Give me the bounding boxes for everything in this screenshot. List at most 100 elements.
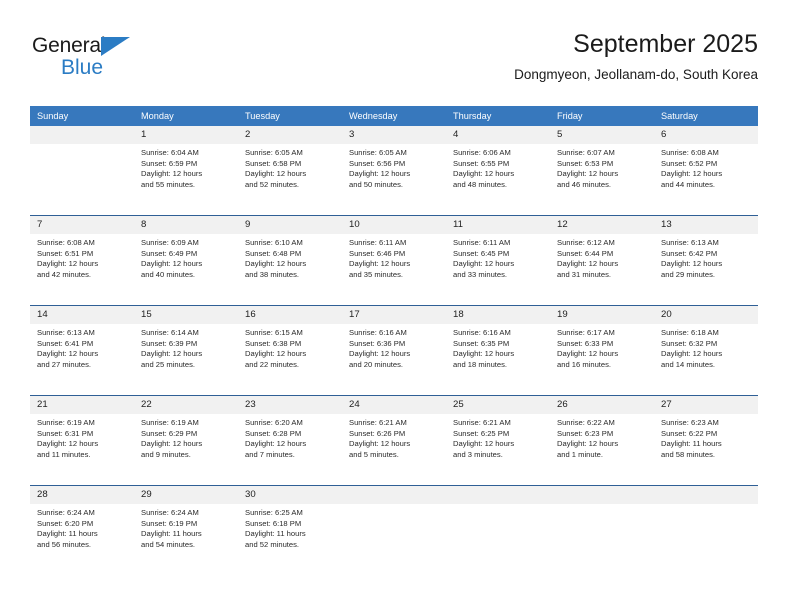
calendar-day-cell[interactable]: 9 Sunrise: 6:10 AM Sunset: 6:48 PM Daylight… [238, 215, 342, 306]
calendar-cell-empty [446, 485, 550, 575]
sunrise-text: Sunrise: 6:19 AM [141, 418, 199, 427]
sunset-text: Sunset: 6:59 PM [141, 158, 198, 168]
day-number [30, 126, 134, 144]
calendar-day-cell[interactable]: 7 Sunrise: 6:08 AM Sunset: 6:51 PM Daylight… [30, 215, 134, 306]
calendar-day-cell[interactable]: 21 Sunrise: 6:19 AM Sunset: 6:31 PM Dayligh… [30, 395, 134, 486]
calendar-day-cell[interactable]: 17 Sunrise: 6:16 AM Sunset: 6:36 PM Dayligh… [342, 305, 446, 396]
weekday-header-monday: Monday [134, 106, 238, 126]
daylight-text-line2: and 46 minutes. [557, 179, 612, 189]
day-number: 16 [238, 306, 342, 324]
sunset-text: Sunset: 6:32 PM [661, 338, 718, 348]
calendar-header-row: Sunday Monday Tuesday Wednesday Thursday… [30, 106, 758, 126]
calendar-day-cell[interactable]: 23 Sunrise: 6:20 AM Sunset: 6:28 PM Dayligh… [238, 395, 342, 486]
calendar-day-cell[interactable]: 12 Sunrise: 6:12 AM Sunset: 6:44 PM Dayligh… [550, 215, 654, 306]
day-details: Sunrise: 6:04 AM Sunset: 6:59 PM Daylight:… [134, 144, 238, 190]
daylight-text-line2: and 48 minutes. [453, 179, 508, 189]
daylight-text-line2: and 16 minutes. [557, 359, 612, 369]
daylight-text-line2: and 35 minutes. [349, 269, 404, 279]
sunrise-text: Sunrise: 6:24 AM [141, 508, 199, 517]
calendar-day-cell[interactable]: 15 Sunrise: 6:14 AM Sunset: 6:39 PM Dayligh… [134, 305, 238, 396]
daylight-text-line1: Daylight: 12 hours [141, 439, 203, 449]
calendar-cell-empty [550, 485, 654, 575]
day-details: Sunrise: 6:09 AM Sunset: 6:49 PM Daylight:… [134, 234, 238, 280]
calendar-day-cell[interactable]: 16 Sunrise: 6:15 AM Sunset: 6:38 PM Dayligh… [238, 305, 342, 396]
day-details: Sunrise: 6:07 AM Sunset: 6:53 PM Daylight:… [550, 144, 654, 190]
daylight-text-line2: and 44 minutes. [661, 179, 716, 189]
weekday-header-saturday: Saturday [654, 106, 758, 126]
day-details: Sunrise: 6:05 AM Sunset: 6:56 PM Daylight:… [342, 144, 446, 190]
daylight-text-line1: Daylight: 12 hours [37, 439, 99, 449]
daylight-text-line2: and 52 minutes. [245, 179, 300, 189]
calendar-day-cell[interactable]: 2 Sunrise: 6:05 AM Sunset: 6:58 PM Daylight… [238, 126, 342, 216]
daylight-text-line2: and 56 minutes. [37, 539, 92, 549]
sunrise-text: Sunrise: 6:07 AM [557, 148, 615, 157]
daylight-text-line1: Daylight: 12 hours [453, 349, 515, 359]
sunrise-text: Sunrise: 6:20 AM [245, 418, 303, 427]
calendar-day-cell[interactable]: 6 Sunrise: 6:08 AM Sunset: 6:52 PM Daylight… [654, 126, 758, 216]
daylight-text-line2: and 25 minutes. [141, 359, 196, 369]
daylight-text-line1: Daylight: 12 hours [245, 259, 307, 269]
daylight-text-line2: and 40 minutes. [141, 269, 196, 279]
day-details: Sunrise: 6:11 AM Sunset: 6:46 PM Daylight:… [342, 234, 446, 280]
sunrise-text: Sunrise: 6:25 AM [245, 508, 303, 517]
calendar-day-cell[interactable]: 18 Sunrise: 6:16 AM Sunset: 6:35 PM Dayligh… [446, 305, 550, 396]
calendar-day-cell[interactable]: 10 Sunrise: 6:11 AM Sunset: 6:46 PM Dayligh… [342, 215, 446, 306]
calendar-body: 1 Sunrise: 6:04 AM Sunset: 6:59 PM Daylight… [30, 126, 758, 575]
daylight-text-line2: and 55 minutes. [141, 179, 196, 189]
title-block: September 2025 Dongmyeon, Jeollanam-do, … [514, 28, 758, 85]
calendar-day-cell[interactable]: 14 Sunrise: 6:13 AM Sunset: 6:41 PM Dayligh… [30, 305, 134, 396]
daylight-text-line1: Daylight: 12 hours [661, 349, 723, 359]
calendar-day-cell[interactable]: 22 Sunrise: 6:19 AM Sunset: 6:29 PM Dayligh… [134, 395, 238, 486]
calendar-day-cell[interactable]: 29 Sunrise: 6:24 AM Sunset: 6:19 PM Dayligh… [134, 485, 238, 575]
day-number [654, 486, 758, 504]
logo-text-general: General [32, 34, 106, 57]
sunrise-text: Sunrise: 6:21 AM [349, 418, 407, 427]
sunset-text: Sunset: 6:48 PM [245, 248, 302, 258]
sunrise-text: Sunrise: 6:16 AM [453, 328, 511, 337]
calendar-day-cell[interactable]: 19 Sunrise: 6:17 AM Sunset: 6:33 PM Dayligh… [550, 305, 654, 396]
sunrise-text: Sunrise: 6:19 AM [37, 418, 95, 427]
calendar-week-row: 28 Sunrise: 6:24 AM Sunset: 6:20 PM Dayligh… [30, 485, 758, 575]
sunset-text: Sunset: 6:45 PM [453, 248, 510, 258]
calendar-day-cell[interactable]: 28 Sunrise: 6:24 AM Sunset: 6:20 PM Dayligh… [30, 485, 134, 575]
sunset-text: Sunset: 6:58 PM [245, 158, 302, 168]
day-number: 12 [550, 216, 654, 234]
day-number: 6 [654, 126, 758, 144]
sunset-text: Sunset: 6:23 PM [557, 428, 614, 438]
day-number: 11 [446, 216, 550, 234]
sunset-text: Sunset: 6:39 PM [141, 338, 198, 348]
calendar-cell-empty [654, 485, 758, 575]
daylight-text-line1: Daylight: 12 hours [245, 349, 307, 359]
daylight-text-line1: Daylight: 12 hours [349, 259, 411, 269]
calendar-day-cell[interactable]: 27 Sunrise: 6:23 AM Sunset: 6:22 PM Dayligh… [654, 395, 758, 486]
calendar-day-cell[interactable]: 8 Sunrise: 6:09 AM Sunset: 6:49 PM Daylight… [134, 215, 238, 306]
day-number: 29 [134, 486, 238, 504]
calendar-day-cell[interactable]: 4 Sunrise: 6:06 AM Sunset: 6:55 PM Daylight… [446, 126, 550, 216]
calendar-day-cell[interactable]: 25 Sunrise: 6:21 AM Sunset: 6:25 PM Dayligh… [446, 395, 550, 486]
sunrise-text: Sunrise: 6:15 AM [245, 328, 303, 337]
calendar-day-cell[interactable]: 5 Sunrise: 6:07 AM Sunset: 6:53 PM Daylight… [550, 126, 654, 216]
page-header: General Blue September 2025 Dongmyeon, J… [30, 28, 758, 98]
sunset-text: Sunset: 6:49 PM [141, 248, 198, 258]
day-number: 9 [238, 216, 342, 234]
generalblue-logo[interactable]: General Blue [32, 34, 162, 86]
daylight-text-line2: and 5 minutes. [349, 449, 399, 459]
daylight-text-line2: and 1 minute. [557, 449, 604, 459]
sunrise-text: Sunrise: 6:08 AM [661, 148, 719, 157]
calendar-day-cell[interactable]: 13 Sunrise: 6:13 AM Sunset: 6:42 PM Dayligh… [654, 215, 758, 306]
calendar-day-cell[interactable]: 20 Sunrise: 6:18 AM Sunset: 6:32 PM Dayligh… [654, 305, 758, 396]
calendar-day-cell[interactable]: 11 Sunrise: 6:11 AM Sunset: 6:45 PM Dayligh… [446, 215, 550, 306]
calendar-day-cell[interactable]: 30 Sunrise: 6:25 AM Sunset: 6:18 PM Dayligh… [238, 485, 342, 575]
calendar-day-cell[interactable]: 26 Sunrise: 6:22 AM Sunset: 6:23 PM Dayligh… [550, 395, 654, 486]
calendar-day-cell[interactable]: 3 Sunrise: 6:05 AM Sunset: 6:56 PM Daylight… [342, 126, 446, 216]
calendar-day-cell[interactable]: 24 Sunrise: 6:21 AM Sunset: 6:26 PM Dayligh… [342, 395, 446, 486]
sunset-text: Sunset: 6:26 PM [349, 428, 406, 438]
sunrise-text: Sunrise: 6:17 AM [557, 328, 615, 337]
sunset-text: Sunset: 6:19 PM [141, 518, 198, 528]
calendar-day-cell[interactable]: 1 Sunrise: 6:04 AM Sunset: 6:59 PM Daylight… [134, 126, 238, 216]
sunrise-text: Sunrise: 6:24 AM [37, 508, 95, 517]
day-number: 23 [238, 396, 342, 414]
sunset-text: Sunset: 6:33 PM [557, 338, 614, 348]
day-details: Sunrise: 6:24 AM Sunset: 6:20 PM Daylight:… [30, 504, 134, 550]
sunrise-text: Sunrise: 6:11 AM [453, 238, 511, 247]
